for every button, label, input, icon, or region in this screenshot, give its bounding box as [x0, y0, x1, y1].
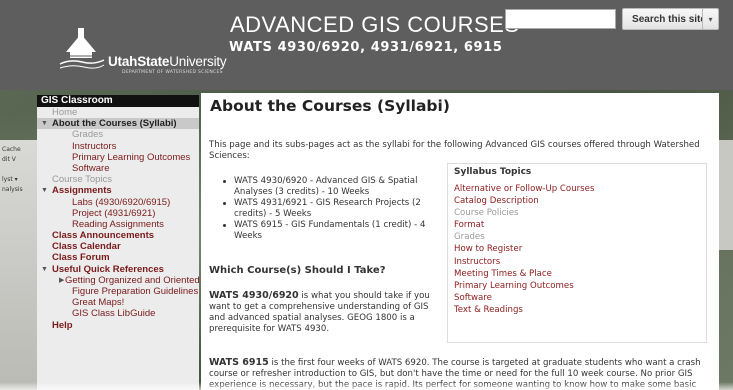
sidebar-item[interactable]: Class Announcements [37, 230, 199, 241]
topic-link[interactable]: Catalog Description [454, 195, 700, 207]
sidebar-item[interactable]: Home [37, 107, 199, 118]
sidebar-navigation: GIS Classroom Home ▼ About the Courses (Sy… [37, 95, 199, 390]
site-header: UtahStateUniversity DEPARTMENT OF WATERS… [0, 0, 733, 90]
sidebar-item-label: Figure Preparation Guidelines [72, 286, 199, 297]
triangle-down-icon[interactable]: ▼ [41, 264, 48, 275]
site-subtitle: WATS 4930/6920, 4931/6921, 6915 [229, 40, 503, 55]
sidebar-item-label: Great Maps! [72, 297, 125, 309]
strip-text-2: dit V [2, 156, 16, 163]
strip-text-5: nalysis [2, 186, 23, 193]
strip-text-4: lyst ▾ [2, 176, 18, 183]
topic-link[interactable]: Software [454, 292, 700, 304]
list-item: WATS 6915 - GIS Fundamentals (1 credit) … [223, 220, 438, 242]
course-list: WATS 4930/6920 - Advanced GIS & Spatial … [223, 176, 438, 242]
sidebar-item-label: Home [52, 107, 78, 118]
sidebar-item-label: Class Forum [52, 252, 110, 264]
search-input[interactable] [505, 9, 616, 29]
sidebar-item-label: Reading Assignments [72, 218, 164, 230]
sidebar-item-label: Assignments [52, 185, 112, 197]
sidebar-item[interactable]: Labs (4930/6920/6915) [37, 197, 199, 208]
sidebar-item[interactable]: ▶ Getting Organized and Oriented [37, 275, 199, 286]
sidebar-item-label: Course Topics [52, 174, 113, 186]
page-title: About the Courses (Syllabi) [210, 97, 450, 115]
sidebar-item[interactable]: Class Calendar [37, 241, 199, 252]
topic-link[interactable]: Primary Learning Outcomes [454, 280, 700, 292]
sidebar-item-label: Instructors [72, 140, 117, 152]
strip-text-1: Cache [2, 146, 21, 153]
sidebar-item-label: Labs (4930/6920/6915) [72, 196, 171, 208]
topics-title: Syllabus Topics [454, 167, 532, 177]
logo-department: DEPARTMENT OF WATERSHED SCIENCES [122, 70, 223, 75]
bottom-fade [0, 382, 733, 390]
background-app-strip: Cache dit V lyst ▾ nalysis [0, 140, 38, 390]
topic-link[interactable]: Instructors [454, 256, 700, 268]
sidebar-item[interactable]: GIS Class LibGuide [37, 308, 199, 319]
search-dropdown-chevron-icon[interactable]: ▾ [702, 8, 719, 30]
background-app-strip-right [718, 140, 733, 250]
sidebar-item[interactable]: Primary Learning Outcomes [37, 152, 199, 163]
sidebar-item-label: Class Announcements [52, 230, 155, 242]
sidebar-item-label: About the Courses (Syllabi) [52, 118, 177, 130]
topic-link[interactable]: Meeting Times & Place [454, 268, 700, 280]
usu-logo[interactable]: UtahStateUniversity DEPARTMENT OF WATERS… [40, 22, 240, 82]
section-heading: Which Course(s) Should I Take? [209, 265, 386, 276]
sidebar-item[interactable]: Instructors [37, 141, 199, 152]
sidebar-item[interactable]: Reading Assignments [37, 219, 199, 230]
sidebar-item[interactable]: Class Forum [37, 252, 199, 263]
sidebar-item-label: Project (4931/6921) [72, 207, 156, 219]
mountain-logo-icon [59, 28, 105, 69]
sidebar-item[interactable]: ▼ Useful Quick References [37, 264, 199, 275]
sidebar-item[interactable]: Great Maps! [37, 297, 199, 308]
sidebar-item[interactable]: Course Topics [37, 174, 199, 185]
main-content: About the Courses (Syllabi) This page an… [201, 93, 719, 390]
list-item: WATS 4930/6920 - Advanced GIS & Spatial … [223, 176, 438, 198]
intro-paragraph: This page and its subs-pages act as the … [209, 140, 700, 161]
topic-link[interactable]: Format [454, 219, 700, 231]
sidebar-item-label: Primary Learning Outcomes [72, 151, 191, 163]
course-paragraph-4930: WATS 4930/6920 is what you should take i… [209, 290, 430, 334]
sidebar-item[interactable]: ▼ Assignments [37, 185, 199, 196]
topic-link[interactable]: How to Register [454, 243, 700, 255]
sidebar-item[interactable]: Software [37, 163, 199, 174]
sidebar-item[interactable]: Project (4931/6921) [37, 208, 199, 219]
topic-link[interactable]: Alternative or Follow-Up Courses [454, 183, 700, 195]
sidebar-item-label: Grades [72, 129, 104, 141]
sidebar-item-label: Useful Quick References [52, 263, 164, 275]
syllabus-topics-box: Syllabus Topics Alternative or Follow-Up… [447, 163, 707, 343]
sidebar-title: GIS Classroom [37, 95, 199, 107]
sidebar-item-label: Getting Organized and Oriented [65, 274, 199, 286]
sidebar-item[interactable]: ▼ About the Courses (Syllabi) [37, 118, 199, 130]
site-title[interactable]: ADVANCED GIS COURSES [230, 12, 520, 38]
list-item: WATS 4931/6921 - GIS Research Projects (… [223, 198, 438, 220]
sidebar-item-label: GIS Class LibGuide [72, 308, 156, 320]
sidebar-item[interactable]: Help [37, 320, 199, 331]
topic-link[interactable]: Course Policies [454, 207, 700, 219]
triangle-down-icon[interactable]: ▼ [41, 118, 48, 129]
sidebar-item[interactable]: Figure Preparation Guidelines [37, 286, 199, 297]
sidebar-item[interactable]: Grades [37, 129, 199, 140]
sidebar-item-label: Class Calendar [52, 241, 121, 253]
topic-link[interactable]: Text & Readings [454, 304, 700, 316]
triangle-down-icon[interactable]: ▼ [41, 185, 48, 196]
triangle-right-icon[interactable]: ▶ [59, 275, 64, 286]
logo-wordmark: UtahStateUniversity [108, 54, 227, 69]
sidebar-item-label: Help [52, 319, 73, 331]
topic-link[interactable]: Grades [454, 231, 700, 243]
sidebar-item-label: Software [72, 162, 110, 174]
